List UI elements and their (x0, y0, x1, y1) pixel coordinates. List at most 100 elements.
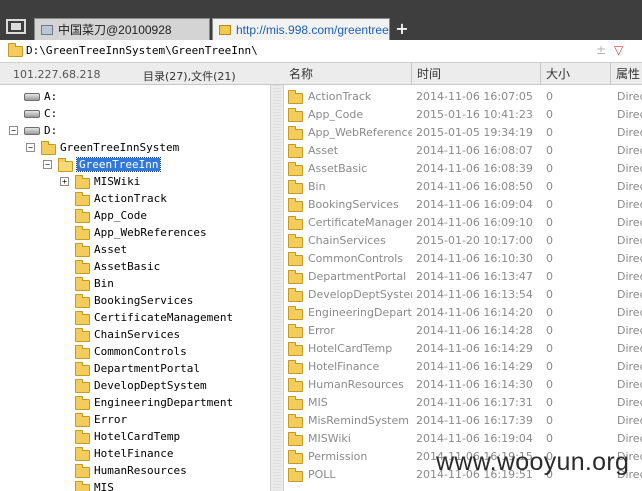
file-row[interactable]: HotelFinance 2014-11-06 16:14:29 0 Direct (284, 358, 642, 376)
column-header-name[interactable]: 名称 (284, 63, 411, 85)
tab-bar: 中国菜刀@20100928 http://mis.998.com/greentr… (0, 0, 642, 40)
window-icon (41, 24, 53, 35)
tree-item[interactable]: GreenTreeInn (58, 156, 162, 173)
file-row[interactable]: MisRemindSystem 2014-11-06 16:17:39 0 Direc… (284, 412, 642, 430)
tree-item[interactable]: CommonControls (75, 343, 187, 360)
folder-icon (75, 242, 90, 257)
tree-item[interactable]: App_WebReferences (75, 224, 207, 241)
file-row[interactable]: App_Code 2015-01-16 10:41:23 0 Direct (284, 106, 642, 124)
file-name: HotelCardTemp (308, 342, 393, 355)
folder-icon (288, 306, 303, 320)
folder-icon (75, 174, 90, 189)
file-name: Bin (308, 180, 326, 193)
folder-icon (75, 463, 90, 478)
file-name: EngineeringDepart... (308, 306, 412, 319)
new-tab-button[interactable]: + (394, 18, 410, 40)
tree-item[interactable]: EngineeringDepartment (75, 394, 233, 411)
file-list[interactable]: ActionTrack2014-11-06 16:07:050DirectApp… (284, 85, 642, 491)
folder-icon (75, 276, 90, 291)
tree-item[interactable]: DevelopDeptSystem (75, 377, 207, 394)
file-size: 0 (546, 234, 553, 247)
file-row[interactable]: App_WebReferences 2015-01-05 19:34:19 0 Dir… (284, 124, 642, 142)
file-row[interactable]: HumanResources 2014-11-06 16:14:30 0 Direct (284, 376, 642, 394)
file-size: 0 (546, 198, 553, 211)
folder-icon (75, 361, 90, 376)
tab-caidao[interactable]: 中国菜刀@20100928 (34, 18, 210, 40)
tree-item[interactable]: MIS (75, 479, 114, 491)
tree-item[interactable]: HumanResources (75, 462, 187, 479)
tree-item-label: BookingServices (94, 294, 194, 307)
file-time: 2014-11-06 16:19:04 (416, 432, 533, 445)
file-row[interactable]: Bin 2014-11-06 16:08:50 0 Direct (284, 178, 642, 196)
file-name: App_WebReferences (308, 126, 412, 139)
tree-item[interactable]: HotelCardTemp (75, 428, 180, 445)
file-row[interactable]: HotelCardTemp 2014-11-06 16:14:29 0 Direct (284, 340, 642, 358)
tree-item-label: GreenTreeInnSystem (60, 141, 180, 154)
dropdown-icon[interactable]: ▽ (614, 43, 623, 57)
drive-icon (24, 109, 40, 118)
tree-item[interactable]: Bin (75, 275, 114, 292)
folder-icon (288, 108, 303, 122)
file-attributes: Direct (617, 180, 642, 193)
file-row[interactable]: CertificateManagem... 2014-11-06 16:09:10… (284, 214, 642, 232)
tree-item[interactable]: BookingServices (75, 292, 193, 309)
file-row[interactable]: AssetBasic 2014-11-06 16:08:39 0 Direct (284, 160, 642, 178)
tree-item[interactable]: C: (24, 105, 57, 122)
file-attributes: Direct (617, 324, 642, 337)
folder-tree[interactable]: A: C: − D: − GreenTreeInnSystem − GreenTreeInn +… (0, 85, 270, 491)
tree-item[interactable]: GreenTreeInnSystem (41, 139, 179, 156)
tree-item-label: Error (94, 413, 128, 426)
collapse-toggle[interactable]: − (26, 143, 35, 152)
pane-splitter[interactable] (270, 85, 284, 491)
expand-toggle[interactable]: + (60, 177, 69, 186)
file-row[interactable]: BookingServices 2014-11-06 16:09:04 0 Direc… (284, 196, 642, 214)
file-row[interactable]: Error 2014-11-06 16:14:28 0 Direct (284, 322, 642, 340)
file-row[interactable]: CommonControls 2014-11-06 16:10:30 0 Direct (284, 250, 642, 268)
tree-item[interactable]: A: (24, 88, 57, 105)
file-row[interactable]: EngineeringDepart... 2014-11-06 16:14:20 0… (284, 304, 642, 322)
file-name: DepartmentPortal (308, 270, 407, 283)
file-row[interactable]: DevelopDeptSystem 2014-11-06 16:13:54 0 Dir… (284, 286, 642, 304)
folder-icon (288, 288, 303, 302)
window-menu-icon[interactable] (6, 19, 26, 34)
folder-icon (288, 432, 303, 446)
tree-item[interactable]: CertificateManagement (75, 309, 233, 326)
file-attributes: Direct (617, 126, 642, 139)
folder-icon (288, 162, 303, 176)
splitter-grip (273, 85, 281, 491)
file-row[interactable]: MISWiki 2014-11-06 16:19:04 0 Direct (284, 430, 642, 448)
file-row[interactable]: ChainServices 2015-01-20 10:17:00 0 Direct (284, 232, 642, 250)
tree-item[interactable]: Error (75, 411, 127, 428)
collapse-toggle[interactable]: − (43, 160, 52, 169)
tree-item[interactable]: HotelFinance (75, 445, 173, 462)
tree-item-label: CertificateManagement (94, 311, 234, 324)
file-attributes: Direct (617, 234, 642, 247)
tree-item[interactable]: MISWiki (75, 173, 140, 190)
directory-summary: 目录(27),文件(21) (143, 70, 236, 83)
tree-item-label: Bin (94, 277, 114, 290)
column-header-attributes[interactable]: 属性 (610, 63, 642, 85)
tree-item-label: Asset (94, 243, 128, 256)
tree-item[interactable]: AssetBasic (75, 258, 160, 275)
file-time: 2014-11-06 16:08:07 (416, 144, 533, 157)
file-time: 2014-11-06 16:13:54 (416, 288, 533, 301)
tree-item[interactable]: D: (24, 122, 57, 139)
column-header-size[interactable]: 大小 (540, 63, 610, 85)
file-time: 2014-11-06 16:08:50 (416, 180, 533, 193)
column-header-time[interactable]: 时间 (411, 63, 540, 85)
collapse-toggle[interactable]: − (9, 126, 18, 135)
pin-icon[interactable]: ± (596, 43, 606, 57)
tab-url[interactable]: http://mis.998.com/greentreei... (212, 18, 390, 40)
file-row[interactable]: ActionTrack 2014-11-06 16:07:05 0 Direct (284, 88, 642, 106)
file-size: 0 (546, 324, 553, 337)
address-path-input[interactable]: D:\GreenTreeInnSystem\GreenTreeInn\ (26, 44, 258, 57)
file-row[interactable]: DepartmentPortal 2014-11-06 16:13:47 0 Dire… (284, 268, 642, 286)
tree-item[interactable]: DepartmentPortal (75, 360, 200, 377)
tree-item[interactable]: ChainServices (75, 326, 180, 343)
tree-item[interactable]: ActionTrack (75, 190, 167, 207)
tree-item[interactable]: Asset (75, 241, 127, 258)
file-row[interactable]: MIS 2014-11-06 16:17:31 0 Direct (284, 394, 642, 412)
file-row[interactable]: Asset 2014-11-06 16:08:07 0 Direct (284, 142, 642, 160)
tree-item[interactable]: App_Code (75, 207, 147, 224)
folder-icon (75, 412, 90, 427)
